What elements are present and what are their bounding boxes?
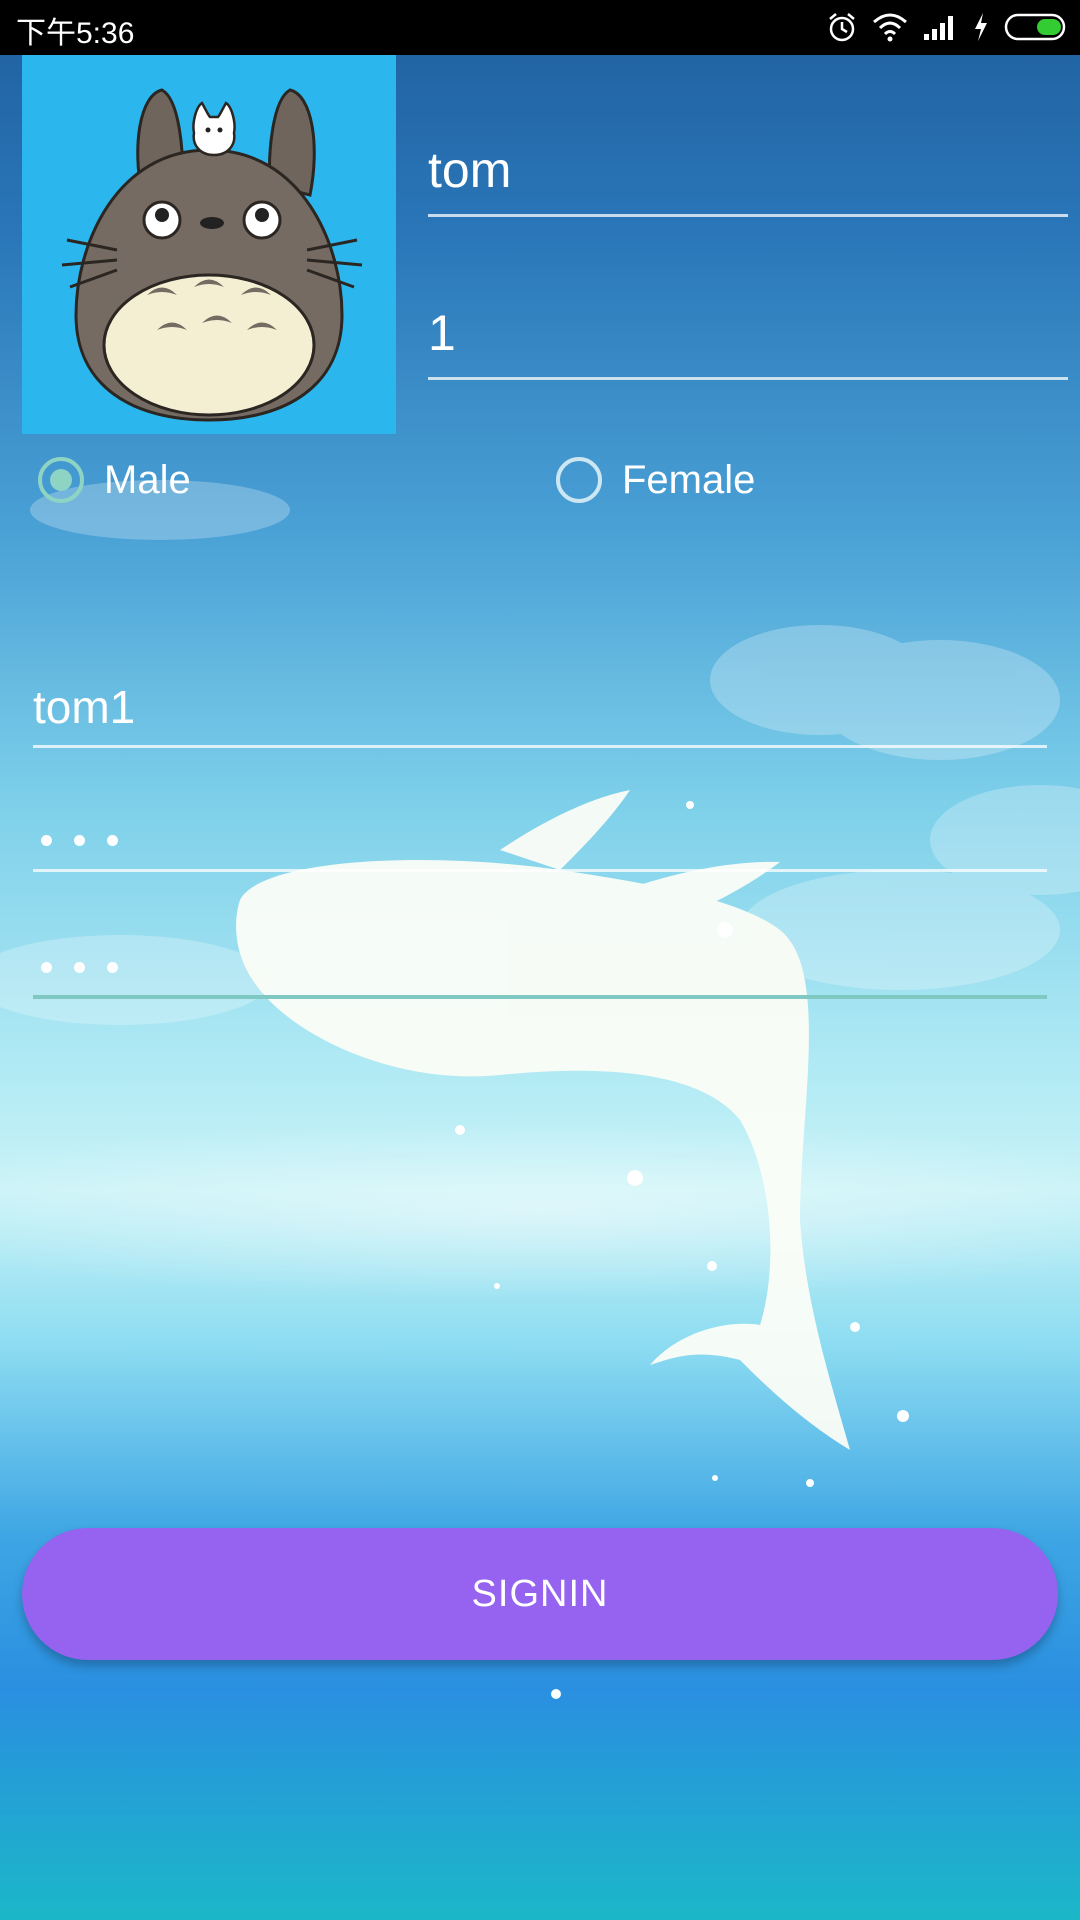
radio-male-label: Male [104,457,191,502]
name-input-underline [428,214,1068,217]
wifi-icon [873,13,907,42]
confirm-password-input-underline [33,995,1047,999]
radio-female-label: Female [622,457,756,502]
confirm-password-mask [41,962,118,973]
username-input-underline [33,745,1047,748]
status-time: 下午5:36 [16,17,135,50]
signin-button[interactable]: SIGNIN [22,1528,1058,1660]
username-input[interactable]: tom1 [33,670,1047,748]
signal-icon [924,16,953,40]
age-input[interactable]: 1 [428,270,1068,380]
age-input-underline [428,377,1068,380]
alarm-icon [829,13,855,42]
password-mask [41,835,118,846]
battery-icon [1004,13,1066,41]
password-input-underline [33,869,1047,872]
radio-male-circle[interactable] [38,457,84,503]
status-icons [826,9,1070,45]
radio-female-circle[interactable] [556,457,602,503]
age-input-value: 1 [428,305,456,361]
radio-male[interactable]: Male [38,450,191,510]
password-input[interactable] [33,790,1047,872]
charging-icon [975,13,987,41]
whale-icon [236,790,850,1450]
avatar[interactable] [22,55,396,434]
radio-female[interactable]: Female [556,450,755,510]
confirm-password-input[interactable] [33,915,1047,999]
totoro-avatar-icon [61,88,363,422]
name-input-value: tom [428,142,512,198]
status-bar: 下午5:36 [0,0,1080,55]
name-input[interactable]: tom [428,95,1068,217]
username-input-value: tom1 [33,681,136,733]
